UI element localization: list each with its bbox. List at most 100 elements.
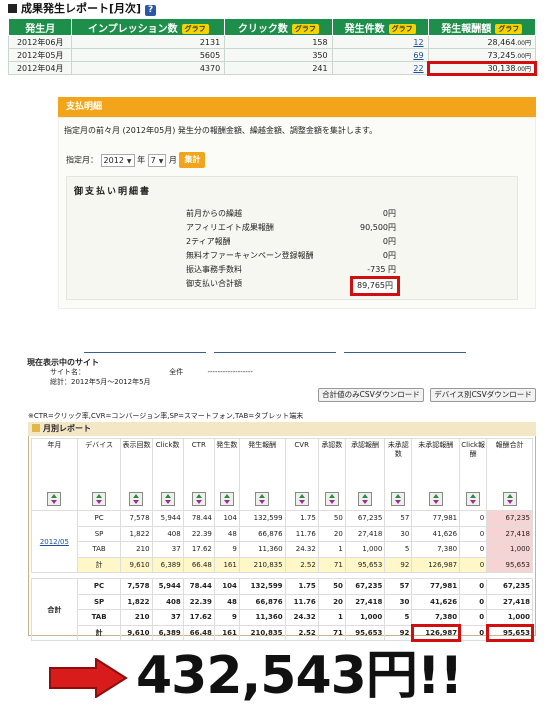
table-row: 計 9,610 6,389 66.48 161 210,835 2.52 71 95,653 92… xyxy=(32,624,534,642)
graph-button[interactable]: グラフ xyxy=(181,23,209,34)
sort-arrows-icon[interactable] xyxy=(129,492,144,506)
cell: 161 xyxy=(213,624,240,641)
cell: 9 xyxy=(213,541,240,558)
cell: 241 xyxy=(224,61,333,75)
col-cvr: CVR xyxy=(284,438,319,511)
col-occurrences: 発生数 xyxy=(213,438,240,511)
cell: TAB xyxy=(76,541,122,558)
sort-arrows-icon[interactable] xyxy=(502,492,517,506)
count-link[interactable]: 69 xyxy=(413,51,423,60)
cell: 12 xyxy=(331,35,429,49)
cell: 27,418 xyxy=(486,593,533,610)
cell: 9,610 xyxy=(120,556,153,573)
col-count: 発生件数 グラフ xyxy=(331,18,429,36)
col-unapproved: 未承認数 xyxy=(384,438,413,511)
sort-arrows-icon[interactable] xyxy=(47,492,62,506)
monthly-report-table: 年月 デバイス 表示回数 Click数 CTR 発生数 発生報酬 CVR 承認数… xyxy=(31,438,534,642)
col-unapproved-reward: 未承認報酬 xyxy=(411,438,461,511)
month-select[interactable]: 7 ▼ xyxy=(147,153,167,167)
sort-arrows-icon[interactable] xyxy=(466,492,481,506)
cell: 92 xyxy=(384,556,413,573)
year-select[interactable]: 2012 ▼ xyxy=(100,153,135,167)
cell: 2012年05月 xyxy=(7,48,73,62)
cell: 210,835 xyxy=(238,624,286,641)
sort-arrows-icon[interactable] xyxy=(358,492,373,506)
month-cell: 合計 xyxy=(31,578,78,641)
statement-line: アフィリエイト成果報酬 90,500円 xyxy=(186,223,396,232)
sort-arrows-icon[interactable] xyxy=(324,492,339,506)
abbreviation-note: ※CTR=クリック率,CVR=コンバージョン率,SP=スマートフォン,TAB=タ… xyxy=(28,412,304,420)
statement-title: 御支払い明細書 xyxy=(74,187,152,197)
cell: 22.39 xyxy=(182,525,215,542)
cell: 104 xyxy=(213,578,240,595)
cell: 161 xyxy=(213,556,240,573)
payment-header: 支払明細 xyxy=(58,97,536,117)
statement-line: 振込事務手数料 -735 円 xyxy=(186,265,396,274)
statement-line: 前月からの繰越 0円 xyxy=(186,209,396,218)
cell: 37 xyxy=(151,609,184,626)
cell: 6,389 xyxy=(151,624,184,641)
help-icon[interactable]: ? xyxy=(145,5,157,16)
table-row: 2012年05月 5605 350 69 73,245.00円 xyxy=(7,48,537,62)
cell: 350 xyxy=(224,48,333,62)
cell: 210 xyxy=(120,609,153,626)
table-row: 合計 PC 7,578 5,944 78.44 104 132,599 1.75 50 67,23… xyxy=(31,578,533,641)
cell: 5605 xyxy=(71,48,226,62)
graph-button[interactable]: グラフ xyxy=(388,23,416,34)
payment-description: 指定月の前々月 (2012年05月) 発生分の報酬金額、繰越金額、調整金額を集計… xyxy=(64,126,378,135)
cell: 計 xyxy=(76,624,122,641)
cell: 126,987 xyxy=(411,556,461,573)
cell: 20 xyxy=(317,525,346,542)
sort-arrows-icon[interactable] xyxy=(294,492,309,506)
cell: 57 xyxy=(384,510,413,527)
divider xyxy=(214,352,336,353)
col-occ-reward: 発生報酬 xyxy=(238,438,286,511)
sort-arrows-icon[interactable] xyxy=(160,492,175,506)
cell: 24.32 xyxy=(284,541,319,558)
statement-line: 2ティア報酬 0円 xyxy=(186,237,396,246)
col-reward: 発生報酬額 グラフ xyxy=(427,18,537,36)
report-icon xyxy=(32,424,40,432)
sort-arrows-icon[interactable] xyxy=(391,492,406,506)
cell: 0 xyxy=(459,510,488,527)
cell: 30 xyxy=(384,525,413,542)
sort-arrows-icon[interactable] xyxy=(92,492,107,506)
csv-device-button[interactable]: デバイス別CSVダウンロード xyxy=(430,388,536,402)
sort-arrows-icon[interactable] xyxy=(191,492,206,506)
graph-button[interactable]: グラフ xyxy=(291,23,319,34)
statement-total-line: 御支払い合計額 89,765円 xyxy=(186,276,400,296)
cell: 41,626 xyxy=(411,593,461,610)
col-yearmonth: 年月 xyxy=(31,438,78,511)
table-row: SP 1,822 408 22.39 48 66,876 11.76 20 27,418 30 41… xyxy=(32,525,533,542)
count-link[interactable]: 22 xyxy=(413,64,423,73)
cell: 0 xyxy=(459,624,488,641)
cell: 9 xyxy=(213,609,240,626)
col-impressions: 表示回数 xyxy=(120,438,153,511)
col-reward-total: 報酬合計 xyxy=(486,438,533,511)
cell: 78.44 xyxy=(182,510,215,527)
aggregate-button[interactable]: 集計 xyxy=(179,152,206,168)
cell: 30 xyxy=(384,593,413,610)
month-cell: 2012/05 xyxy=(31,510,78,573)
table-row: 2012年04月 4370 241 22 30,138.00円 xyxy=(7,60,537,76)
cell: 92 xyxy=(384,624,413,641)
cell: 1,000 xyxy=(344,609,386,626)
cell: 1.75 xyxy=(284,578,319,595)
cell: 27,418 xyxy=(344,525,386,542)
graph-button[interactable]: グラフ xyxy=(495,23,523,34)
col-clicks: Click数 xyxy=(151,438,184,511)
col-approved: 承認数 xyxy=(317,438,346,511)
sort-arrows-icon[interactable] xyxy=(255,492,270,506)
cell: 0 xyxy=(459,525,488,542)
sort-arrows-icon[interactable] xyxy=(219,492,234,506)
month-link[interactable]: 2012/05 xyxy=(40,538,69,546)
cell: 2.52 xyxy=(284,624,319,641)
cell: 5 xyxy=(384,541,413,558)
count-link[interactable]: 12 xyxy=(413,38,423,47)
cell: 7,578 xyxy=(120,578,153,595)
col-click-reward: Click報酬 xyxy=(459,438,488,511)
csv-total-button[interactable]: 合計値のみCSVダウンロード xyxy=(318,388,424,402)
cell: 67,235 xyxy=(344,578,386,595)
cell: 20 xyxy=(317,593,346,610)
sort-arrows-icon[interactable] xyxy=(428,492,443,506)
